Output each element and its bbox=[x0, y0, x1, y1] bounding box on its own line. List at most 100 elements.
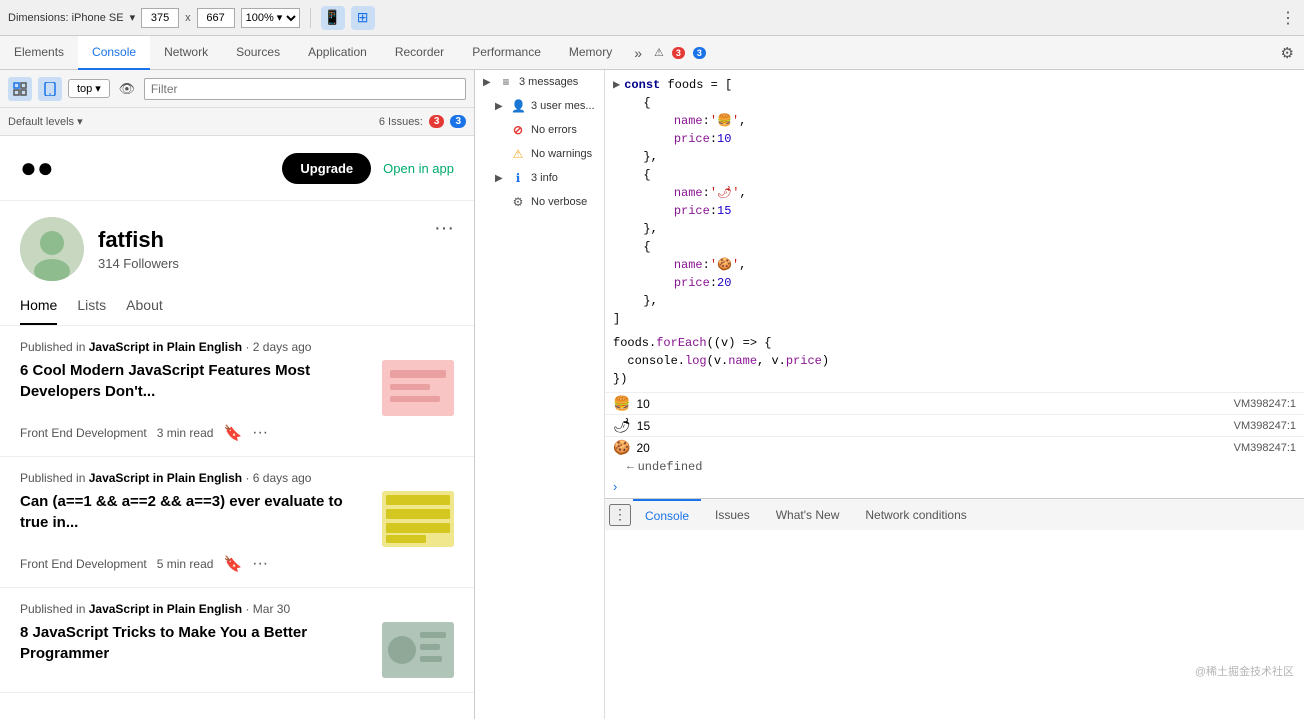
messages-expand-icon: ▶ bbox=[483, 77, 493, 88]
device-btn[interactable] bbox=[38, 77, 62, 101]
article-1-body: 6 Cool Modern JavaScript Features Most D… bbox=[20, 360, 454, 416]
result-row-2: 🌶 15 VM398247:1 bbox=[605, 414, 1304, 436]
code-line-17: console.log(v.name, v.price) bbox=[613, 352, 1296, 370]
code-line-4: price: 10 bbox=[613, 130, 1296, 148]
article-2-meta: Front End Development 5 min read 🔖 ··· bbox=[20, 555, 454, 573]
result-2-file[interactable]: VM398247:1 bbox=[1234, 420, 1296, 432]
dim-dropdown-icon[interactable]: ▾ bbox=[130, 11, 136, 24]
user-icon: 👤 bbox=[511, 99, 525, 113]
tab-elements[interactable]: Elements bbox=[0, 36, 78, 70]
user-messages-expand-icon: ▶ bbox=[495, 101, 505, 112]
blog-header: ●● Upgrade Open in app bbox=[0, 136, 474, 201]
sidebar-messages[interactable]: ▶ ≡ 3 messages bbox=[475, 70, 604, 94]
result-2-value: 15 bbox=[637, 419, 650, 433]
filter-toolbar: Default levels ▾ 6 Issues: 3 3 bbox=[0, 108, 474, 136]
article-1-more-btn[interactable]: ··· bbox=[252, 424, 268, 442]
default-levels-btn[interactable]: Default levels ▾ bbox=[8, 115, 83, 128]
tab-network[interactable]: Network bbox=[150, 36, 222, 70]
result-3-value: 20 bbox=[636, 441, 649, 455]
result-3-file[interactable]: VM398247:1 bbox=[1234, 442, 1296, 454]
toolbar-more-icon[interactable]: ⋮ bbox=[1280, 8, 1296, 28]
article-2-bookmark[interactable]: 🔖 bbox=[223, 555, 242, 573]
code-line-16: foods.forEach((v) => { bbox=[613, 334, 1296, 352]
article-3-title[interactable]: 8 JavaScript Tricks to Make You a Better… bbox=[20, 622, 370, 664]
error-badge: 3 bbox=[672, 47, 685, 59]
bottom-tab-network-conditions[interactable]: Network conditions bbox=[853, 499, 978, 531]
bottom-menu-icon[interactable]: ⋮ bbox=[609, 504, 631, 526]
profile-more-btn[interactable]: ··· bbox=[434, 217, 454, 240]
result-3-emoji: 🍪 bbox=[613, 439, 630, 456]
article-2-readtime: 5 min read bbox=[157, 557, 214, 571]
article-1-title[interactable]: 6 Cool Modern JavaScript Features Most D… bbox=[20, 360, 370, 402]
messages-list-icon: ≡ bbox=[499, 75, 513, 89]
chevron-down-icon: ▾ bbox=[95, 82, 101, 95]
user-messages-label: 3 user mes... bbox=[531, 100, 595, 112]
responsive-btn[interactable]: ⊞ bbox=[351, 6, 375, 30]
article-3-thumb bbox=[382, 622, 454, 678]
toolbar-separator bbox=[310, 8, 311, 28]
bottom-tab-issues[interactable]: Issues bbox=[703, 499, 762, 531]
sidebar-no-errors[interactable]: ⊘ No errors bbox=[475, 118, 604, 142]
tab-recorder[interactable]: Recorder bbox=[381, 36, 458, 70]
inspect-btn[interactable] bbox=[8, 77, 32, 101]
sidebar-no-verbose[interactable]: ⚙ No verbose bbox=[475, 190, 604, 214]
result-1-file[interactable]: VM398247:1 bbox=[1234, 398, 1296, 410]
main-content: top ▾ 👁 Default levels ▾ 6 Issues: 3 3 ●… bbox=[0, 70, 1304, 719]
result-2-emoji: 🌶 bbox=[613, 417, 631, 434]
article-1-thumb bbox=[382, 360, 454, 416]
article-2-more-btn[interactable]: ··· bbox=[252, 555, 268, 573]
code-expand-icon[interactable]: ▶ bbox=[613, 76, 620, 94]
code-line-11: name: '🍪', bbox=[613, 256, 1296, 274]
nav-item-lists[interactable]: Lists bbox=[77, 297, 106, 325]
article-3-pub: Published in JavaScript in Plain English… bbox=[20, 602, 454, 616]
code-line-12: price: 20 bbox=[613, 274, 1296, 292]
console-bottom-tabs: ⋮ Console Issues What's New Network cond… bbox=[605, 498, 1304, 530]
result-row-1: 🍔 10 VM398247:1 bbox=[605, 392, 1304, 414]
error-icon: ⚠ bbox=[654, 46, 664, 59]
article-2-thumb bbox=[382, 491, 454, 547]
code-line-9: }, bbox=[613, 220, 1296, 238]
nav-item-home[interactable]: Home bbox=[20, 297, 57, 325]
code-line-13: }, bbox=[613, 292, 1296, 310]
article-2-body: Can (a==1 && a==2 && a==3) ever evaluate… bbox=[20, 491, 454, 547]
sidebar-user-messages[interactable]: ▶ 👤 3 user mes... bbox=[475, 94, 604, 118]
mobile-toggle-btn[interactable]: 📱 bbox=[321, 6, 345, 30]
open-app-btn[interactable]: Open in app bbox=[383, 161, 454, 176]
sidebar-no-warnings[interactable]: ⚠ No warnings bbox=[475, 142, 604, 166]
bottom-tab-whats-new[interactable]: What's New bbox=[764, 499, 852, 531]
article-2-tag: Front End Development bbox=[20, 557, 147, 571]
tab-console[interactable]: Console bbox=[78, 36, 150, 70]
tab-application[interactable]: Application bbox=[294, 36, 381, 70]
eye-btn[interactable]: 👁 bbox=[116, 78, 138, 100]
code-line-7: name: '🌶', bbox=[613, 184, 1296, 202]
article-1-bookmark[interactable]: 🔖 bbox=[223, 424, 242, 442]
console-input[interactable] bbox=[621, 478, 1296, 494]
issues-blue-badge: 3 bbox=[450, 115, 466, 128]
no-errors-label: No errors bbox=[531, 124, 577, 136]
tab-sources[interactable]: Sources bbox=[222, 36, 294, 70]
info-badge: 3 bbox=[693, 47, 706, 59]
height-input[interactable] bbox=[197, 8, 235, 28]
tab-memory[interactable]: Memory bbox=[555, 36, 626, 70]
devtools-tabs: Elements Console Network Sources Applica… bbox=[0, 36, 1304, 70]
code-line-2: { bbox=[613, 94, 1296, 112]
error-circle-icon: ⊘ bbox=[511, 123, 525, 137]
upgrade-btn[interactable]: Upgrade bbox=[282, 153, 371, 184]
sidebar-info[interactable]: ▶ ℹ 3 info bbox=[475, 166, 604, 190]
code-line-1: ▶ const foods = [ bbox=[613, 76, 1296, 94]
article-2-title[interactable]: Can (a==1 && a==2 && a==3) ever evaluate… bbox=[20, 491, 370, 533]
tab-more-icon[interactable]: » bbox=[626, 36, 650, 70]
console-body: ▶ const foods = [ { name: '🍔', bbox=[605, 70, 1304, 498]
zoom-select[interactable]: 100% ▾ bbox=[241, 8, 300, 28]
bottom-tab-console[interactable]: Console bbox=[633, 499, 701, 531]
article-2: Published in JavaScript in Plain English… bbox=[0, 457, 474, 588]
scroll-top-btn[interactable]: top ▾ bbox=[68, 79, 110, 98]
tab-performance[interactable]: Performance bbox=[458, 36, 555, 70]
filter-input[interactable] bbox=[144, 78, 466, 100]
blog-content: ●● Upgrade Open in app fatfish 314 Follo… bbox=[0, 136, 474, 719]
mobile-panel: top ▾ 👁 Default levels ▾ 6 Issues: 3 3 ●… bbox=[0, 70, 475, 719]
width-input[interactable] bbox=[141, 8, 179, 28]
nav-item-about[interactable]: About bbox=[126, 297, 163, 325]
settings-icon[interactable]: ⚙ bbox=[1271, 36, 1304, 70]
article-3-body: 8 JavaScript Tricks to Make You a Better… bbox=[20, 622, 454, 678]
